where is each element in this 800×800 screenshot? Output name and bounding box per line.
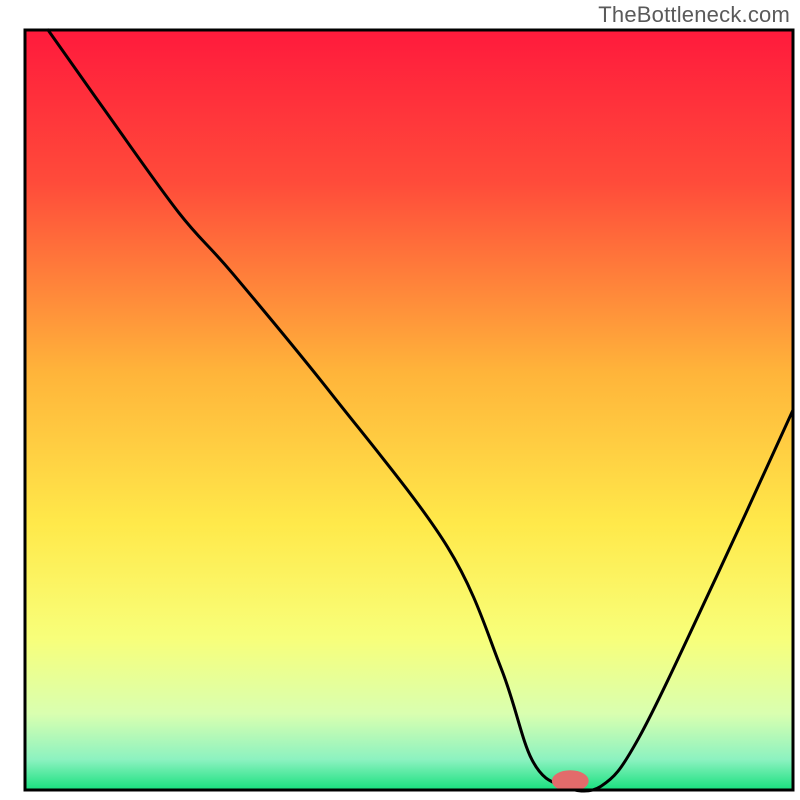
plot-area bbox=[25, 30, 793, 792]
watermark-text: TheBottleneck.com bbox=[598, 2, 790, 28]
chart-svg bbox=[0, 0, 800, 800]
bottleneck-chart: TheBottleneck.com bbox=[0, 0, 800, 800]
gradient-background bbox=[25, 30, 793, 790]
target-marker bbox=[552, 770, 589, 791]
